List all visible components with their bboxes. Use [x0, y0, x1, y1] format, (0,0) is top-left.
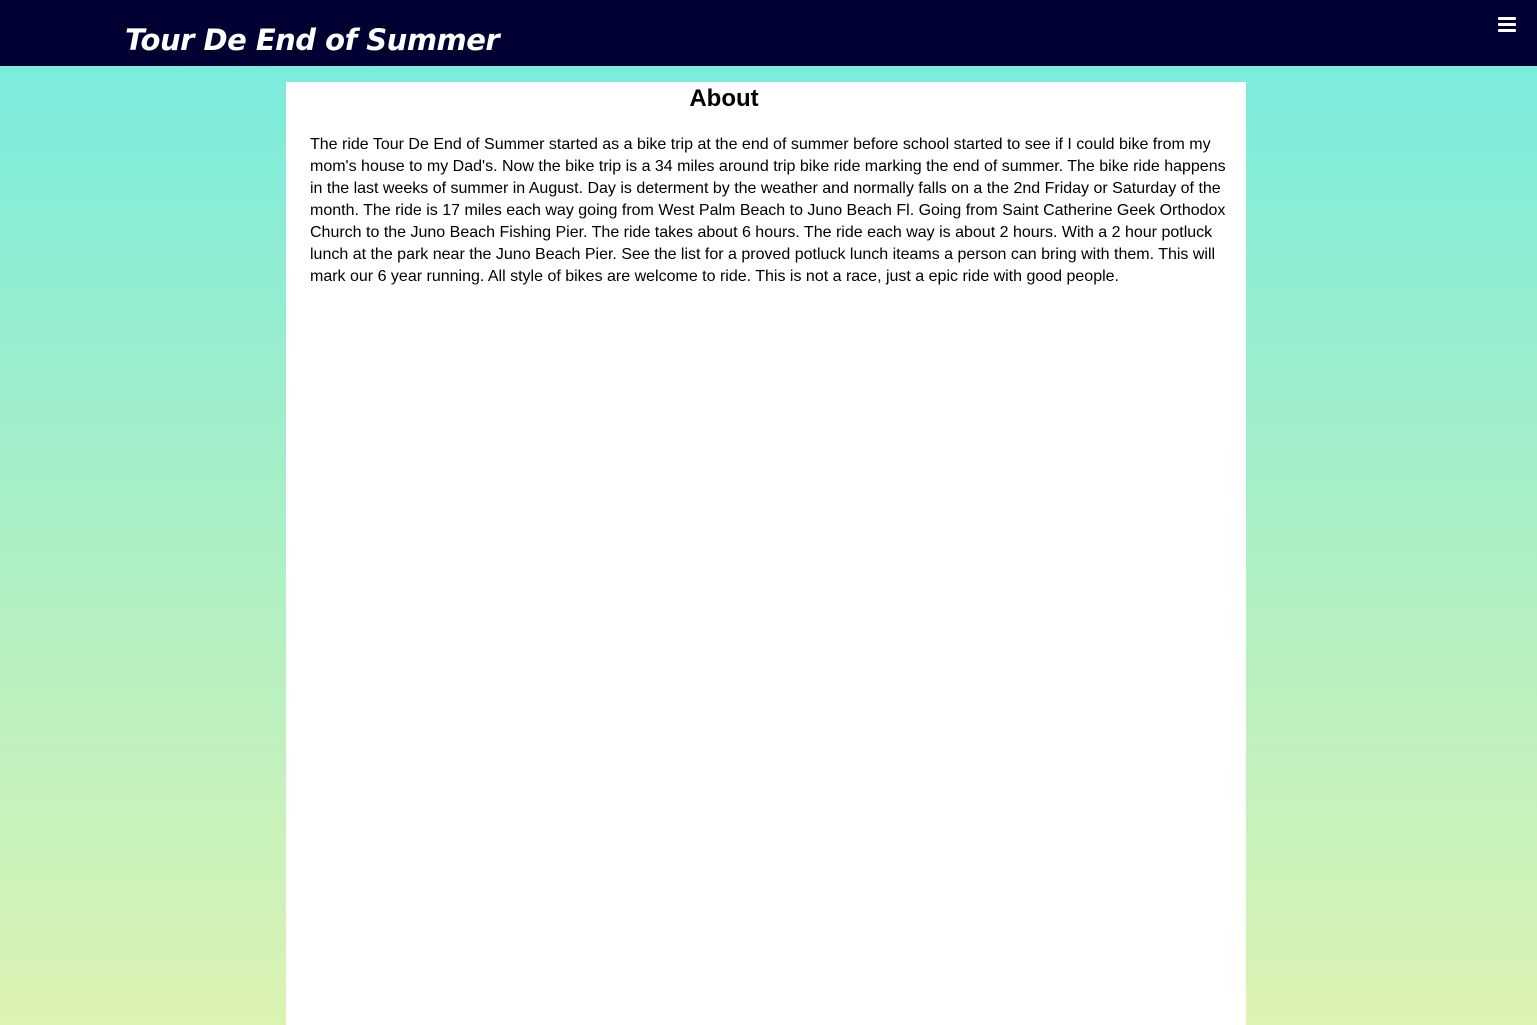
about-paragraph: The ride Tour De End of Summer started a… — [310, 136, 1226, 285]
menu-bar-top — [1498, 17, 1516, 20]
menu-bar-middle — [1498, 23, 1516, 26]
hamburger-menu-icon[interactable] — [1494, 15, 1520, 37]
about-content-card: About The ride Tour De End of Summer sta… — [286, 82, 1246, 1025]
top-navigation-bar: Tour De End of Summer — [0, 0, 1537, 66]
menu-bar-bottom — [1498, 29, 1516, 32]
page-title: About — [689, 85, 759, 112]
site-title[interactable]: Tour De End of Summer — [125, 20, 500, 60]
